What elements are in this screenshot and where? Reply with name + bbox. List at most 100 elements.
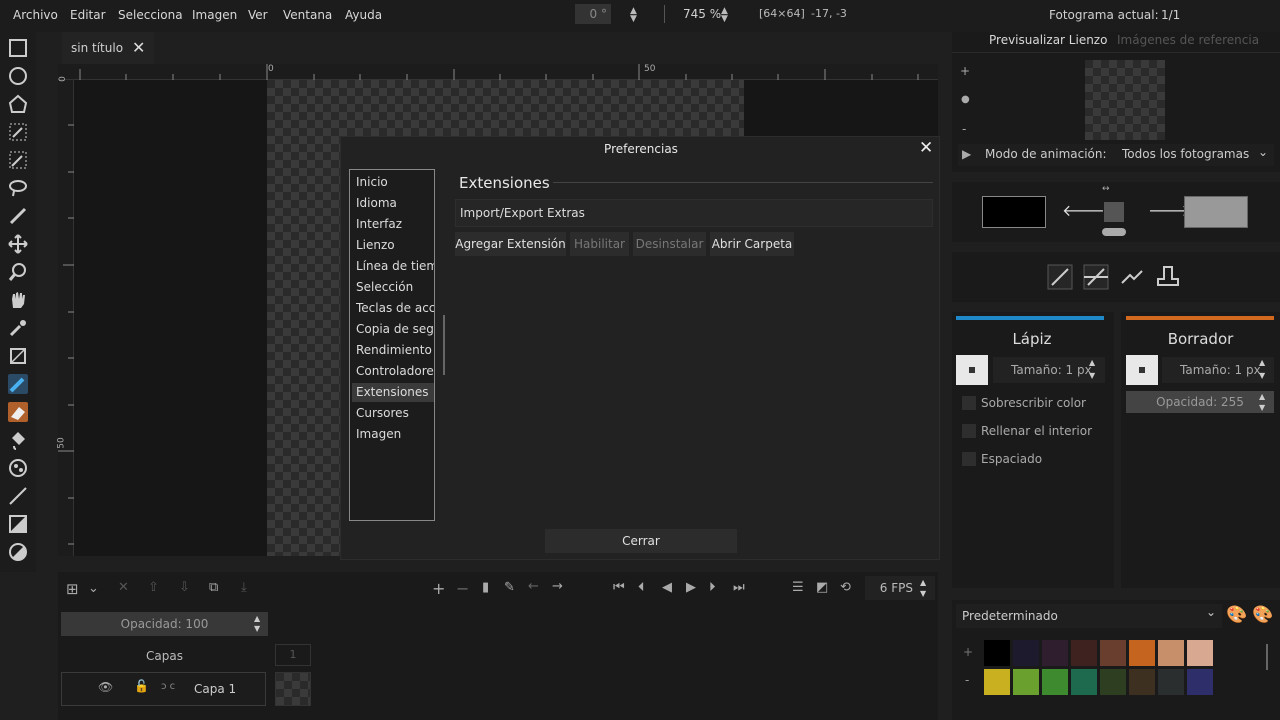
sidebar-item-10[interactable]: Extensiones xyxy=(352,383,434,402)
color-picker-icon[interactable] xyxy=(8,318,28,338)
clone-layer-icon[interactable]: ⧉ xyxy=(209,580,218,595)
lasso-icon[interactable] xyxy=(8,178,28,198)
timeline-settings-icon[interactable]: ☰ xyxy=(792,580,804,595)
chevron-down-icon[interactable]: ⌄ xyxy=(1258,145,1268,159)
anim-mode-select[interactable]: Todos los fotogramas xyxy=(1122,147,1249,161)
sidebar-item-0[interactable]: Inicio xyxy=(356,173,434,192)
palette-edit-icon[interactable]: 🎨 xyxy=(1252,605,1273,625)
pan-hand-icon[interactable] xyxy=(8,290,28,310)
palette-swatch[interactable] xyxy=(984,640,1010,666)
sidebar-item-1[interactable]: Idioma xyxy=(356,194,434,213)
pencil-tool-active[interactable] xyxy=(8,374,28,394)
onion-skin-icon[interactable]: ◩ xyxy=(816,580,828,595)
bucket-icon[interactable] xyxy=(8,430,28,450)
menu-ayuda[interactable]: Ayuda xyxy=(345,8,382,22)
fill-inside-checkbox[interactable] xyxy=(962,424,976,438)
frame-number[interactable]: 1 xyxy=(275,644,311,666)
tab-references[interactable]: Imágenes de referencia xyxy=(1117,33,1259,47)
play-backwards-icon[interactable]: ◀ xyxy=(662,580,672,595)
right-size-stepper-icon[interactable]: ▲ ▼ xyxy=(1259,356,1265,382)
palette-swatch[interactable] xyxy=(1129,669,1155,695)
rect-select-icon[interactable] xyxy=(8,38,28,58)
zoom-slider-knob-icon[interactable]: ● xyxy=(961,94,970,105)
right-size-field[interactable]: Tamaño: 1 px xyxy=(1162,357,1274,383)
first-frame-icon[interactable]: ⏮ xyxy=(613,580,625,595)
play-icon[interactable]: ▶ xyxy=(962,147,971,161)
chevron-down-icon[interactable]: ⌄ xyxy=(1206,605,1216,619)
palette-swatch[interactable] xyxy=(1158,640,1184,666)
loop-icon[interactable]: ⟲ xyxy=(840,580,851,595)
primary-color[interactable] xyxy=(982,196,1046,228)
toggle-switch[interactable] xyxy=(1102,228,1126,236)
zoom-value[interactable]: 745 % xyxy=(683,7,721,21)
sidebar-item-11[interactable]: Cursores xyxy=(356,404,434,423)
menu-selecciona[interactable]: Selecciona xyxy=(118,8,183,22)
layer-name[interactable]: Capa 1 xyxy=(194,682,236,696)
opacity-stepper-icon[interactable]: ▲ ▼ xyxy=(1259,391,1265,413)
move-layer-down-icon[interactable]: ⇩ xyxy=(179,580,190,595)
ellipse-select-icon[interactable] xyxy=(8,66,28,86)
rectangle-tool-icon[interactable] xyxy=(8,514,28,534)
spacing-checkbox[interactable] xyxy=(962,452,976,466)
add-layer-icon[interactable]: ⊞ xyxy=(66,580,79,598)
palette-swatch[interactable] xyxy=(1100,640,1126,666)
palette-swatch[interactable] xyxy=(1042,669,1068,695)
palette-icon[interactable]: 🎨 xyxy=(1226,605,1247,625)
line-tool-icon[interactable] xyxy=(8,486,28,506)
menu-ver[interactable]: Ver xyxy=(248,8,268,22)
play-forward-icon[interactable]: ▶ xyxy=(686,580,696,595)
link-cel-icon[interactable]: ✎ xyxy=(504,580,515,595)
left-size-stepper-icon[interactable]: ▲ ▼ xyxy=(1089,356,1095,382)
close-button[interactable]: Cerrar xyxy=(545,529,737,553)
vertical-mirror-icon[interactable] xyxy=(1082,263,1110,291)
crop-icon[interactable] xyxy=(8,346,28,366)
reset-colors-icon[interactable] xyxy=(1104,202,1124,222)
sidebar-item-12[interactable]: Imagen xyxy=(356,425,434,444)
palette-swatch[interactable] xyxy=(1158,669,1184,695)
left-arrow-icon[interactable]: 🡐 xyxy=(1062,200,1105,220)
palette-swatch[interactable] xyxy=(1013,669,1039,695)
close-dialog-icon[interactable]: ✕ xyxy=(919,138,933,158)
layer-opacity-field[interactable]: Opacidad: 100 xyxy=(61,612,268,636)
secondary-color[interactable] xyxy=(1184,196,1248,228)
palette-remove[interactable]: - xyxy=(965,673,969,687)
preview-zoom-out[interactable]: - xyxy=(962,122,966,136)
zoom-stepper-icon[interactable]: ▲ ▼ xyxy=(721,7,728,24)
sidebar-item-8[interactable]: Rendimiento xyxy=(356,341,434,360)
remove-frame-icon[interactable]: − xyxy=(456,579,469,598)
rotation-input[interactable]: 0 ° xyxy=(575,4,611,24)
zoom-tool-icon[interactable] xyxy=(8,262,28,282)
palette-swatch[interactable] xyxy=(984,669,1010,695)
paint-select-icon[interactable] xyxy=(8,206,28,226)
eye-icon[interactable]: 👁 xyxy=(98,680,113,694)
link-icon[interactable]: ↄ c xyxy=(161,681,175,692)
palette-swatch[interactable] xyxy=(1042,640,1068,666)
open-folder-button[interactable]: Abrir Carpeta xyxy=(710,232,794,256)
pixel-perfect-icon[interactable] xyxy=(1118,263,1146,291)
preview-zoom-in[interactable]: + xyxy=(960,64,970,78)
move-layer-up-icon[interactable]: ⇧ xyxy=(148,580,159,595)
last-frame-icon[interactable]: ⏭ xyxy=(733,580,745,595)
sidebar-item-5[interactable]: Selección xyxy=(356,278,434,297)
menu-archivo[interactable]: Archivo xyxy=(13,8,58,22)
merge-layer-icon[interactable]: ⤓ xyxy=(241,580,247,595)
horizontal-mirror-icon[interactable] xyxy=(1046,263,1074,291)
enable-button[interactable]: Habilitar xyxy=(570,232,629,256)
uninstall-button[interactable]: Desinstalar xyxy=(633,232,706,256)
sidebar-item-2[interactable]: Interfaz xyxy=(356,215,434,234)
lock-icon[interactable]: 🔓 xyxy=(134,679,149,693)
close-tab-icon[interactable]: ✕ xyxy=(132,38,145,57)
rotation-stepper-icon[interactable]: ▲ ▼ xyxy=(630,7,637,24)
palette-swatch[interactable] xyxy=(1071,640,1097,666)
add-layer-dropdown-icon[interactable]: ⌄ xyxy=(88,581,99,596)
move-frame-right-icon[interactable]: → xyxy=(552,579,563,594)
brush-shape-button[interactable] xyxy=(956,355,988,385)
remove-layer-icon[interactable]: ✕ xyxy=(118,580,129,595)
menu-editar[interactable]: Editar xyxy=(70,8,106,22)
extension-item[interactable]: Import/Export Extras xyxy=(460,206,585,220)
polygon-select-icon[interactable] xyxy=(8,94,28,114)
menu-imagen[interactable]: Imagen xyxy=(192,8,237,22)
palette-scrollbar[interactable] xyxy=(1266,644,1268,670)
layer-row[interactable]: 👁 🔓 ↄ c Capa 1 xyxy=(61,672,266,706)
tab-preview[interactable]: Previsualizar Lienzo xyxy=(989,33,1107,47)
